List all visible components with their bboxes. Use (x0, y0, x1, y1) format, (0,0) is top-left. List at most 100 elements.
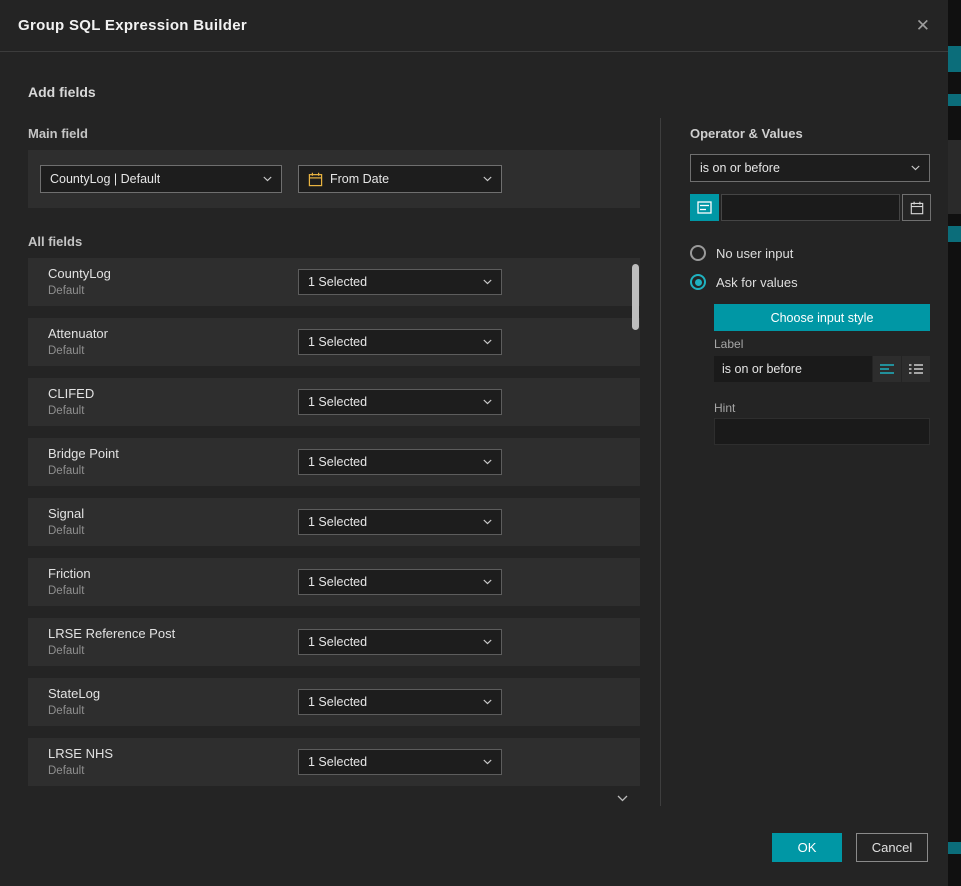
field-sublabel: Default (48, 465, 84, 477)
add-fields-heading: Add fields (28, 84, 96, 100)
hint-caption: Hint (714, 401, 735, 415)
field-row: LRSE Reference Post Default 1 Selected (28, 618, 640, 666)
field-sublabel: Default (48, 585, 84, 597)
calendar-icon (308, 172, 323, 187)
field-row: LRSE NHS Default 1 Selected (28, 738, 640, 786)
chevron-down-icon (483, 579, 492, 585)
radio-no-user-input[interactable]: No user input (690, 245, 793, 261)
field-selection-dropdown[interactable]: 1 Selected (298, 749, 502, 775)
field-selection-dropdown[interactable]: 1 Selected (298, 389, 502, 415)
background-app-edge (948, 0, 961, 886)
calendar-picker-icon[interactable] (902, 194, 931, 221)
vertical-divider (660, 118, 661, 806)
field-selection-value: 1 Selected (308, 455, 367, 469)
field-selection-dropdown[interactable]: 1 Selected (298, 509, 502, 535)
radio-unselected-icon (690, 245, 706, 261)
field-selection-dropdown[interactable]: 1 Selected (298, 569, 502, 595)
field-name: LRSE NHS (48, 746, 113, 761)
field-name: Signal (48, 506, 84, 521)
chevron-down-icon (483, 279, 492, 285)
operator-values-heading: Operator & Values (690, 126, 803, 141)
main-field-panel: CountyLog | Default From Date (28, 150, 640, 208)
field-name: StateLog (48, 686, 100, 701)
operator-select-value: is on or before (700, 161, 780, 175)
chevron-down-icon (483, 519, 492, 525)
value-input[interactable] (721, 194, 900, 221)
radio-selected-icon (690, 274, 706, 290)
cancel-button[interactable]: Cancel (856, 833, 928, 862)
field-sublabel: Default (48, 285, 84, 297)
all-fields-label: All fields (28, 234, 82, 249)
field-selection-value: 1 Selected (308, 515, 367, 529)
field-name: LRSE Reference Post (48, 626, 175, 641)
hint-input[interactable] (714, 418, 930, 445)
group-sql-expression-builder-dialog: Group SQL Expression Builder ✕ Add field… (0, 0, 948, 886)
label-input[interactable] (714, 356, 872, 382)
field-selection-value: 1 Selected (308, 755, 367, 769)
dialog-titlebar: Group SQL Expression Builder ✕ (0, 0, 948, 52)
radio-label: No user input (716, 246, 793, 261)
field-sublabel: Default (48, 405, 84, 417)
field-sublabel: Default (48, 705, 84, 717)
layer-select[interactable]: CountyLog | Default (40, 165, 282, 193)
field-sublabel: Default (48, 345, 84, 357)
field-sublabel: Default (48, 645, 84, 657)
choose-input-style-button[interactable]: Choose input style (714, 304, 930, 331)
chevron-down-icon (483, 339, 492, 345)
ok-button[interactable]: OK (772, 833, 842, 862)
field-selection-value: 1 Selected (308, 635, 367, 649)
main-field-label: Main field (28, 126, 88, 141)
field-row: Attenuator Default 1 Selected (28, 318, 640, 366)
chevron-down-icon (483, 639, 492, 645)
field-name: CLIFED (48, 386, 94, 401)
operator-select[interactable]: is on or before (690, 154, 930, 182)
chevron-down-icon (483, 176, 492, 182)
input-style-icon[interactable] (690, 194, 719, 221)
field-row: Bridge Point Default 1 Selected (28, 438, 640, 486)
label-caption: Label (714, 337, 743, 351)
chevron-down-icon (483, 699, 492, 705)
chevron-down-icon (483, 459, 492, 465)
scroll-down-icon[interactable] (617, 789, 628, 807)
background-app-fragment (948, 140, 961, 214)
field-sublabel: Default (48, 765, 84, 777)
field-name: CountyLog (48, 266, 111, 281)
field-selection-dropdown[interactable]: 1 Selected (298, 689, 502, 715)
field-row: Friction Default 1 Selected (28, 558, 640, 606)
background-app-fragment (948, 46, 961, 72)
field-selection-value: 1 Selected (308, 575, 367, 589)
main-field-select[interactable]: From Date (298, 165, 502, 193)
field-name: Bridge Point (48, 446, 119, 461)
field-name: Friction (48, 566, 91, 581)
main-field-select-value: From Date (330, 172, 389, 186)
field-row: Signal Default 1 Selected (28, 498, 640, 546)
single-line-style-icon[interactable] (872, 356, 901, 382)
background-app-fragment (948, 842, 961, 854)
value-input-row (690, 194, 930, 221)
field-selection-dropdown[interactable]: 1 Selected (298, 449, 502, 475)
background-app-fragment (948, 226, 961, 242)
field-selection-value: 1 Selected (308, 275, 367, 289)
all-fields-list: CountyLog Default 1 Selected Attenuator … (28, 258, 640, 798)
chevron-down-icon (483, 759, 492, 765)
close-icon[interactable]: ✕ (916, 17, 930, 34)
field-selection-dropdown[interactable]: 1 Selected (298, 329, 502, 355)
list-scrollbar[interactable] (632, 262, 640, 782)
field-row: CLIFED Default 1 Selected (28, 378, 640, 426)
background-app-fragment (948, 94, 961, 106)
field-selection-dropdown[interactable]: 1 Selected (298, 629, 502, 655)
scrollbar-thumb[interactable] (632, 264, 639, 330)
radio-label: Ask for values (716, 275, 798, 290)
field-row: CountyLog Default 1 Selected (28, 258, 640, 306)
field-selection-dropdown[interactable]: 1 Selected (298, 269, 502, 295)
list-style-icon[interactable] (901, 356, 930, 382)
layer-select-value: CountyLog | Default (50, 172, 160, 186)
field-sublabel: Default (48, 525, 84, 537)
label-input-row (714, 356, 930, 382)
chevron-down-icon (263, 176, 272, 182)
field-selection-value: 1 Selected (308, 695, 367, 709)
field-selection-value: 1 Selected (308, 395, 367, 409)
chevron-down-icon (911, 165, 920, 171)
chevron-down-icon (483, 399, 492, 405)
radio-ask-for-values[interactable]: Ask for values (690, 274, 798, 290)
